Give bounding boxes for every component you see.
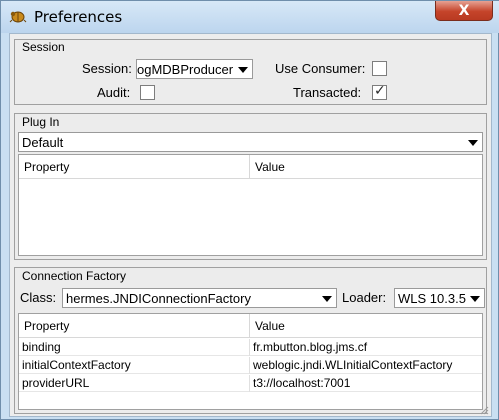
value-cell[interactable]: fr.mbutton.blog.jms.cf [249,339,482,356]
table-row[interactable]: initialContextFactory weblogic.jndi.WLIn… [19,357,482,374]
value-cell[interactable]: t3://localhost:7001 [249,375,482,392]
close-icon: X [458,2,470,19]
title-bar[interactable]: Preferences X [1,1,499,33]
column-header-value[interactable]: Value [249,155,482,179]
property-cell[interactable]: providerURL [19,375,249,392]
use-consumer-label: Use Consumer: [275,61,366,76]
preferences-window: Preferences X Session Session: ogMDBProd… [0,0,499,420]
loader-label: Loader: [342,290,387,305]
session-label: Session: [82,61,132,76]
class-label: Class: [20,290,57,305]
class-select-value: hermes.JNDIConnectionFactory [66,291,251,306]
column-header-property[interactable]: Property [19,314,249,338]
client-area: Session Session: ogMDBProducer Use Consu… [9,33,492,417]
chevron-down-icon [238,67,248,73]
connection-table-header: Property Value [19,314,482,338]
transacted-label: Transacted: [293,85,362,100]
class-select[interactable]: hermes.JNDIConnectionFactory [62,288,337,308]
audit-checkbox[interactable] [140,85,155,100]
loader-select-value: WLS 10.3.5 [398,291,466,306]
close-button[interactable]: X [435,1,493,21]
column-header-value[interactable]: Value [249,314,482,338]
plugin-panel-title: Plug In [22,115,60,129]
plugin-table-header: Property Value [19,155,482,179]
chevron-down-icon [470,296,480,302]
chevron-down-icon [322,296,332,302]
window-title: Preferences [34,8,123,26]
plugin-panel: Plug In Default Property Value [14,113,487,260]
session-select[interactable]: ogMDBProducer [136,59,253,79]
table-row[interactable]: providerURL t3://localhost:7001 [19,375,482,392]
property-cell[interactable]: initialContextFactory [19,357,249,374]
chevron-down-icon [468,140,478,146]
plugin-select-value: Default [22,135,64,150]
beetle-icon [9,8,27,24]
plugin-properties-table[interactable]: Property Value [18,154,483,256]
connection-factory-panel-title: Connection Factory [22,269,127,283]
connection-factory-panel: Connection Factory Class: hermes.JNDICon… [14,267,487,414]
property-cell[interactable]: binding [19,339,249,356]
table-row[interactable]: binding fr.mbutton.blog.jms.cf [19,339,482,356]
column-header-property[interactable]: Property [19,155,249,179]
audit-label: Audit: [97,85,131,100]
transacted-checkbox[interactable] [372,83,387,100]
session-panel: Session Session: ogMDBProducer Use Consu… [14,39,487,105]
session-panel-title: Session [22,40,65,54]
resize-grip-icon[interactable] [479,404,489,415]
connection-properties-table[interactable]: Property Value binding fr.mbutton.blog.j… [18,313,483,410]
use-consumer-checkbox[interactable] [372,61,387,76]
loader-select[interactable]: WLS 10.3.5 [394,288,485,308]
session-select-value: ogMDBProducer [137,62,234,77]
plugin-select[interactable]: Default [18,132,483,152]
value-cell[interactable]: weblogic.jndi.WLInitialContextFactory [249,357,482,374]
